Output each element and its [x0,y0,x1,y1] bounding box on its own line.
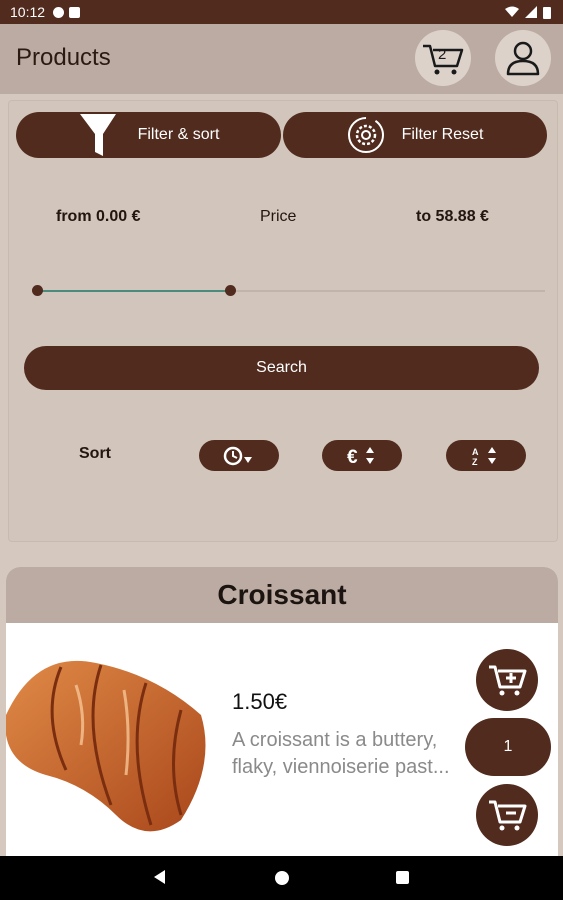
cart-minus-icon [489,800,527,831]
system-navigation-bar [0,856,563,900]
price-max-handle[interactable] [225,285,236,296]
price-from-label: from 0.00 € [56,208,141,225]
filter-reset-label: Filter Reset [401,126,484,143]
battery-icon [543,6,551,19]
svg-text:Z: Z [472,457,478,467]
filter-sort-label: Filter & sort [137,126,220,143]
cart-plus-icon [489,665,527,696]
croissant-image [6,660,206,832]
sort-by-price-button[interactable]: € [322,440,402,471]
sd-card-icon [69,6,81,18]
page-title: Products [16,44,111,71]
filter-sort-button[interactable]: Filter & sort [16,112,281,158]
recent-apps-icon[interactable] [396,871,409,884]
product-card[interactable]: Croissant 1.50€ A croissant is a buttery… [6,567,558,857]
product-name: Croissant [6,567,558,623]
home-icon[interactable] [275,871,289,885]
product-description: A croissant is a buttery, flaky, viennoi… [232,729,450,778]
back-icon[interactable] [154,870,165,884]
profile-button[interactable] [495,30,551,86]
clock-dropdown-icon [223,446,252,465]
filter-reset-button[interactable]: Filter Reset [283,112,547,158]
wifi-icon [505,6,519,17]
status-time: 10:12 [10,4,46,20]
price-min-handle[interactable] [32,285,43,296]
app-notification-icon [53,6,65,18]
filter-panel [8,100,558,542]
alpha-sort-icon: A Z [472,446,496,467]
price-label: Price [260,208,297,225]
svg-text:A: A [472,447,479,457]
search-button[interactable]: Search [24,346,539,390]
add-to-cart-button[interactable] [476,649,538,711]
cart-button[interactable]: 2 [415,30,471,86]
quantity-display: 1 [465,718,551,776]
cart-count-badge: 2 [438,46,447,63]
funnel-icon [80,114,116,156]
remove-from-cart-button[interactable] [476,784,538,846]
price-range-active [37,290,230,292]
gear-reset-icon [348,117,384,153]
user-icon [506,41,540,76]
euro-sort-icon: € [347,446,374,468]
price-to-label: to 58.88 € [416,208,489,225]
app-bar: Products 2 [0,24,563,94]
status-bar: 10:12 [0,0,563,24]
sort-alphabetical-button[interactable]: A Z [446,440,526,471]
product-price: 1.50€ [232,689,288,714]
signal-icon [525,6,537,18]
sort-by-time-button[interactable] [199,440,279,471]
sort-label: Sort [79,445,111,462]
svg-text:€: € [347,447,358,468]
